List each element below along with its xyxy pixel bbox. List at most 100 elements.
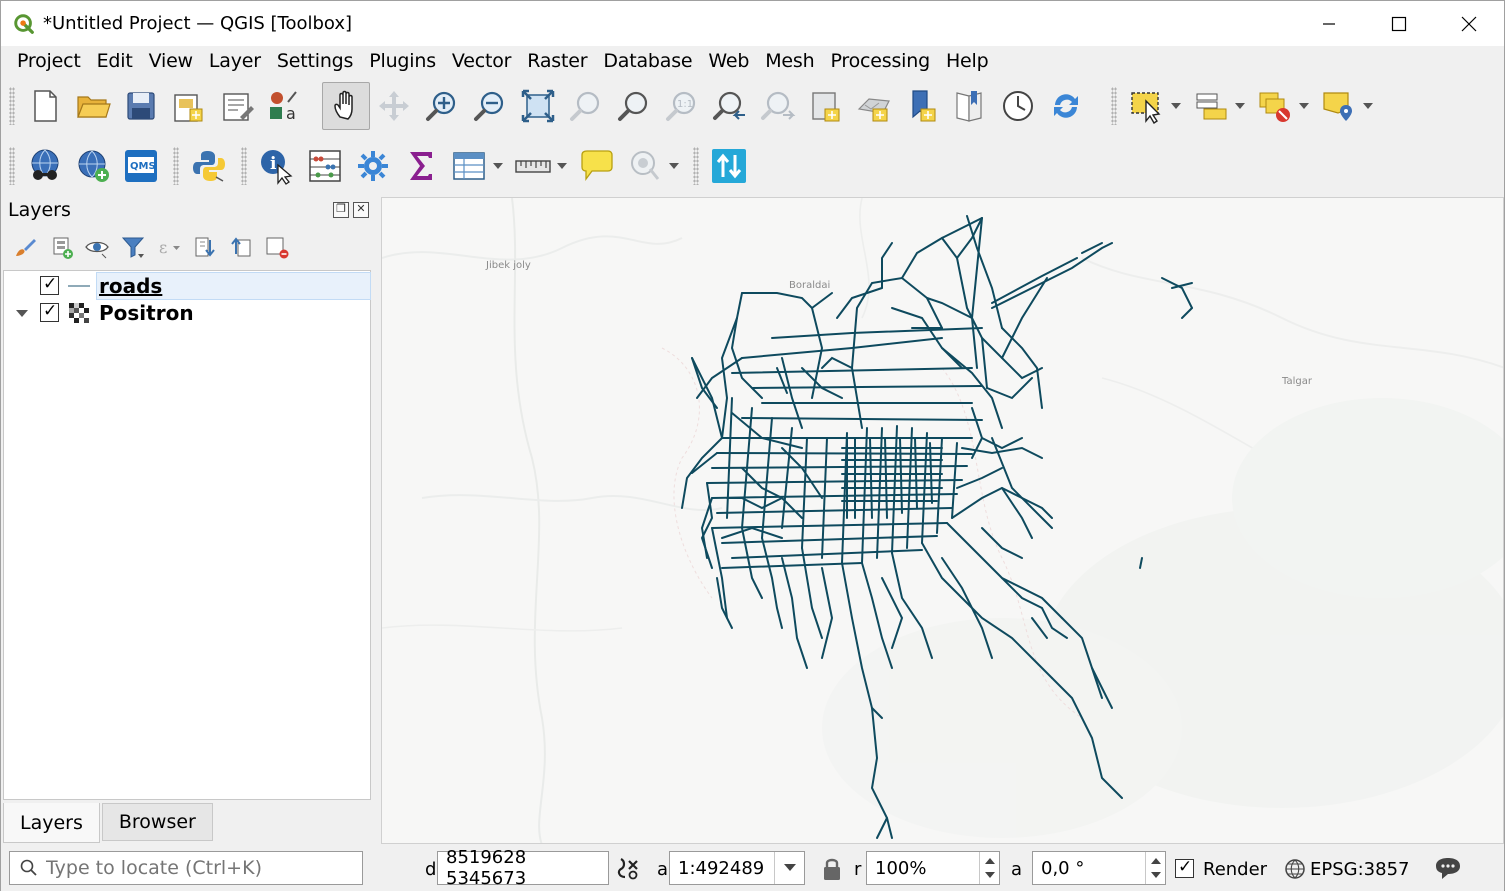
magnifier-spin-buttons[interactable] bbox=[979, 852, 999, 884]
attribute-table-button[interactable] bbox=[445, 142, 493, 190]
new-project-button[interactable] bbox=[21, 82, 69, 130]
locator-box[interactable] bbox=[9, 851, 363, 885]
open-project-button[interactable] bbox=[69, 82, 117, 130]
close-button[interactable] bbox=[1434, 1, 1504, 46]
tab-browser[interactable]: Browser bbox=[101, 803, 213, 841]
quickmapservices-button[interactable]: QMS bbox=[117, 142, 165, 190]
menu-view[interactable]: View bbox=[141, 50, 201, 72]
measure-dropdown[interactable] bbox=[557, 142, 573, 190]
coordinate-field[interactable]: 8519628 5345673 bbox=[437, 847, 609, 889]
zoom-last-button[interactable] bbox=[706, 82, 754, 130]
menu-processing[interactable]: Processing bbox=[822, 50, 937, 72]
select-by-location-dropdown[interactable] bbox=[1363, 82, 1379, 130]
toolbar-grip-attributes[interactable] bbox=[241, 147, 247, 185]
processing-toolbox-button[interactable] bbox=[349, 142, 397, 190]
menu-plugins[interactable]: Plugins bbox=[361, 50, 444, 72]
toolbar-grip-python[interactable] bbox=[173, 147, 179, 185]
toolbar-grip-web[interactable] bbox=[9, 147, 15, 185]
tab-layers[interactable]: Layers bbox=[3, 803, 100, 843]
menu-project[interactable]: Project bbox=[9, 50, 89, 72]
menu-edit[interactable]: Edit bbox=[89, 50, 141, 72]
show-bookmarks-button[interactable] bbox=[946, 82, 994, 130]
pan-to-selection-button[interactable] bbox=[370, 82, 418, 130]
statistical-summary-button[interactable] bbox=[397, 142, 445, 190]
layout-manager-button[interactable] bbox=[213, 82, 261, 130]
new-print-layout-button[interactable] bbox=[165, 82, 213, 130]
render-checkbox[interactable] bbox=[1175, 857, 1194, 878]
layer-row-roads[interactable]: roads bbox=[4, 271, 371, 300]
pan-map-button[interactable] bbox=[322, 82, 370, 130]
collapse-all-button[interactable] bbox=[223, 232, 259, 262]
select-features-dropdown[interactable] bbox=[1171, 82, 1187, 130]
menu-mesh[interactable]: Mesh bbox=[757, 50, 822, 72]
deselect-features-button[interactable] bbox=[1251, 82, 1299, 130]
metasearch-button[interactable] bbox=[21, 142, 69, 190]
messages-icon[interactable] bbox=[1434, 856, 1462, 882]
toolbar-grip-plugin[interactable] bbox=[693, 147, 699, 185]
scale-combo[interactable]: 1:492489 bbox=[669, 851, 805, 885]
select-by-attribute-button[interactable] bbox=[1187, 82, 1235, 130]
layer-visibility-checkbox[interactable] bbox=[40, 274, 59, 295]
toolbar-grip-selection[interactable] bbox=[1111, 87, 1117, 125]
crs-label[interactable]: EPSG:3857 bbox=[1310, 859, 1409, 880]
map-tips-button[interactable] bbox=[573, 142, 621, 190]
toggle-extents-icon[interactable] bbox=[615, 855, 641, 881]
select-by-attribute-dropdown[interactable] bbox=[1235, 82, 1251, 130]
attribute-table-dropdown[interactable] bbox=[493, 142, 509, 190]
identify-dropdown-button[interactable] bbox=[621, 142, 669, 190]
expand-all-button[interactable] bbox=[187, 232, 223, 262]
zoom-out-button[interactable] bbox=[466, 82, 514, 130]
lock-icon[interactable] bbox=[821, 856, 843, 882]
add-wms-layer-button[interactable] bbox=[69, 142, 117, 190]
map-canvas[interactable]: Jibek joly Boraldai Talgar bbox=[381, 197, 1504, 844]
field-calculator-button[interactable] bbox=[301, 142, 349, 190]
remove-layer-button[interactable] bbox=[259, 232, 295, 262]
style-manager-button[interactable]: a bbox=[261, 82, 309, 130]
scale-dropdown-arrow[interactable] bbox=[774, 852, 804, 884]
layer-styling-button[interactable] bbox=[7, 232, 43, 262]
zoom-native-button[interactable]: 1:1 bbox=[658, 82, 706, 130]
maximize-button[interactable] bbox=[1364, 1, 1434, 46]
menu-raster[interactable]: Raster bbox=[519, 50, 595, 72]
identify-dropdown[interactable] bbox=[669, 142, 685, 190]
menu-layer[interactable]: Layer bbox=[201, 50, 269, 72]
save-project-button[interactable] bbox=[117, 82, 165, 130]
magnifier-spinbox[interactable]: 100% bbox=[866, 851, 1000, 885]
zoom-to-selection-button[interactable] bbox=[562, 82, 610, 130]
layer-row-positron[interactable]: Positron bbox=[4, 299, 370, 326]
menu-web[interactable]: Web bbox=[700, 50, 757, 72]
filter-legend-button[interactable] bbox=[115, 232, 151, 262]
filter-by-expression-button[interactable]: ε bbox=[151, 232, 187, 262]
select-by-location-button[interactable] bbox=[1315, 82, 1363, 130]
python-console-button[interactable] bbox=[185, 142, 233, 190]
zoom-full-button[interactable] bbox=[514, 82, 562, 130]
zoom-in-button[interactable] bbox=[418, 82, 466, 130]
add-group-button[interactable] bbox=[43, 232, 79, 262]
zoom-next-button[interactable] bbox=[754, 82, 802, 130]
temporal-controller-button[interactable] bbox=[994, 82, 1042, 130]
refresh-button[interactable] bbox=[1042, 82, 1090, 130]
float-panel-button[interactable]: ❐ bbox=[333, 202, 349, 218]
measure-line-button[interactable] bbox=[509, 142, 557, 190]
menu-vector[interactable]: Vector bbox=[444, 50, 519, 72]
toolbar-grip[interactable] bbox=[9, 87, 15, 125]
deselect-features-dropdown[interactable] bbox=[1299, 82, 1315, 130]
zoom-to-layer-button[interactable] bbox=[610, 82, 658, 130]
new-map-view-button[interactable] bbox=[802, 82, 850, 130]
rotation-spinbox[interactable]: 0,0 ° bbox=[1032, 851, 1166, 885]
reorder-plugin-button[interactable] bbox=[705, 142, 753, 190]
menu-help[interactable]: Help bbox=[938, 50, 997, 72]
menu-database[interactable]: Database bbox=[595, 50, 700, 72]
menu-settings[interactable]: Settings bbox=[269, 50, 361, 72]
new-bookmark-button[interactable] bbox=[898, 82, 946, 130]
close-panel-button[interactable]: ✕ bbox=[353, 202, 369, 218]
minimize-button[interactable] bbox=[1294, 1, 1364, 46]
layer-visibility-checkbox[interactable] bbox=[40, 301, 59, 322]
select-features-button[interactable] bbox=[1123, 82, 1171, 130]
rotation-spin-buttons[interactable] bbox=[1145, 852, 1165, 884]
identify-features-button[interactable]: i bbox=[253, 142, 301, 190]
layer-expander-arrow[interactable] bbox=[14, 305, 30, 321]
crs-globe-icon[interactable] bbox=[1284, 858, 1306, 880]
new-3d-view-button[interactable] bbox=[850, 82, 898, 130]
manage-visibility-button[interactable] bbox=[79, 232, 115, 262]
